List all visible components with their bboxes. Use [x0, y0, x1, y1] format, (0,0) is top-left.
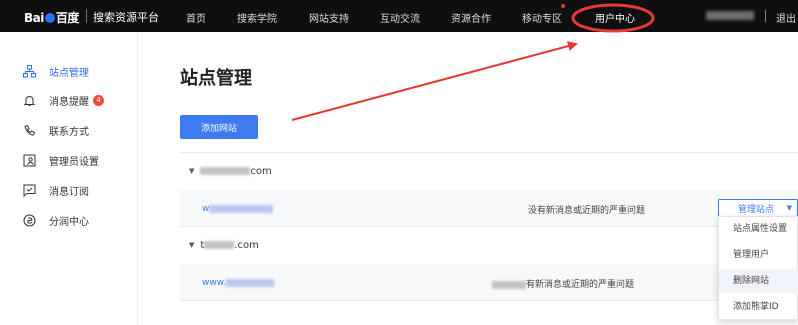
baidu-logo[interactable]: Bai 百度 — [24, 9, 79, 26]
menu-item-manage-users[interactable]: 管理用户 — [719, 243, 798, 267]
logout-link[interactable]: 退出 — [776, 10, 796, 25]
sidebar-item-admin-settings[interactable]: 管理员设置 — [22, 152, 99, 168]
sidebar-item-label: 消息提醒 — [49, 96, 89, 108]
sidebar-item-label: 消息订阅 — [49, 186, 89, 198]
nav-resource-cooperation[interactable]: 资源合作 — [451, 10, 491, 25]
phone-icon — [22, 123, 36, 137]
sidebar-item-subscriptions[interactable]: 消息订阅 — [22, 182, 89, 198]
site-status-message: 有新消息或近期的严重问题 — [492, 277, 634, 290]
nav-mobile-zone[interactable]: 移动专区 — [522, 10, 562, 25]
paw-icon — [44, 12, 55, 23]
sitemap-icon — [22, 64, 36, 78]
menu-item-add-xiongzhang-id[interactable]: 添加熊掌ID — [719, 295, 798, 319]
collapse-caret-icon[interactable]: ▼ — [189, 241, 194, 249]
group-name: .com — [234, 239, 259, 251]
annotation-arrow — [291, 41, 578, 121]
menu-item-site-properties[interactable]: 站点属性设置 — [719, 217, 798, 241]
coin-icon — [22, 213, 36, 227]
sidebar-item-label: 站点管理 — [49, 67, 89, 79]
blurred-domain — [204, 241, 235, 249]
site-row: w 没有新消息或近期的严重问题 — [180, 190, 798, 226]
manage-site-select[interactable]: 管理站点 ▼ — [718, 199, 798, 217]
nav-notification-dot — [561, 4, 565, 8]
manage-site-dropdown: 站点属性设置 管理用户 删除网站 添加熊掌ID — [718, 216, 798, 320]
site-group-header[interactable]: ▼ com — [180, 153, 798, 189]
subscribe-icon — [22, 183, 36, 197]
group-name: com — [250, 165, 272, 177]
nav-user-center[interactable]: 用户中心 — [595, 10, 635, 25]
page-title: 站点管理 — [180, 68, 252, 89]
nav-home[interactable]: 首页 — [186, 10, 206, 25]
divider — [180, 300, 798, 301]
logo-text-left: Bai — [24, 10, 44, 25]
sidebar-item-label: 分润中心 — [49, 216, 89, 228]
message-count-badge: 4 — [93, 94, 104, 106]
topbar-separator — [765, 10, 766, 22]
blurred-url — [226, 278, 275, 287]
sidebar: 站点管理 消息提醒 4 联系方式 管理员设置 消息订阅 分润中心 — [0, 32, 138, 325]
sidebar-item-label: 管理员设置 — [49, 156, 99, 168]
sidebar-item-contact[interactable]: 联系方式 — [22, 122, 89, 138]
chevron-down-icon: ▼ — [786, 204, 792, 212]
sidebar-item-messages[interactable]: 消息提醒 4 — [22, 92, 104, 108]
nav-site-support[interactable]: 网站支持 — [309, 10, 349, 25]
logo-text-right: 百度 — [55, 11, 80, 25]
site-row: www. 有新消息或近期的严重问题 — [180, 264, 798, 300]
username-blurred[interactable] — [706, 11, 754, 20]
site-url-link[interactable]: www. — [202, 278, 275, 288]
manage-site-select-label: 管理站点 — [738, 204, 775, 215]
blurred-url — [209, 204, 274, 213]
blurred-domain — [200, 167, 251, 175]
nav-search-academy[interactable]: 搜索学院 — [237, 10, 277, 25]
sidebar-item-site-management[interactable]: 站点管理 — [22, 63, 89, 79]
menu-item-delete-site[interactable]: 删除网站 — [719, 269, 798, 293]
logo-divider — [86, 9, 87, 23]
collapse-caret-icon[interactable]: ▼ — [189, 167, 194, 175]
blurred-text — [492, 280, 526, 289]
site-url-link[interactable]: w — [202, 204, 274, 214]
site-url-text: www. — [202, 278, 227, 288]
sidebar-item-revenue-center[interactable]: 分润中心 — [22, 212, 89, 228]
top-navigation-bar: Bai 百度 搜索资源平台 首页 搜索学院 网站支持 互动交流 资源合作 移动专… — [0, 0, 798, 32]
site-status-message: 没有新消息或近期的严重问题 — [528, 206, 646, 216]
add-site-button[interactable]: 添加网站 — [180, 115, 258, 139]
site-url-text: w — [202, 204, 210, 214]
site-group-header[interactable]: ▼ t .com — [180, 227, 798, 263]
nav-interaction[interactable]: 互动交流 — [380, 10, 420, 25]
sidebar-item-label: 联系方式 — [49, 126, 89, 138]
admin-icon — [22, 153, 36, 167]
bell-icon — [22, 93, 36, 107]
platform-name[interactable]: 搜索资源平台 — [93, 9, 159, 25]
